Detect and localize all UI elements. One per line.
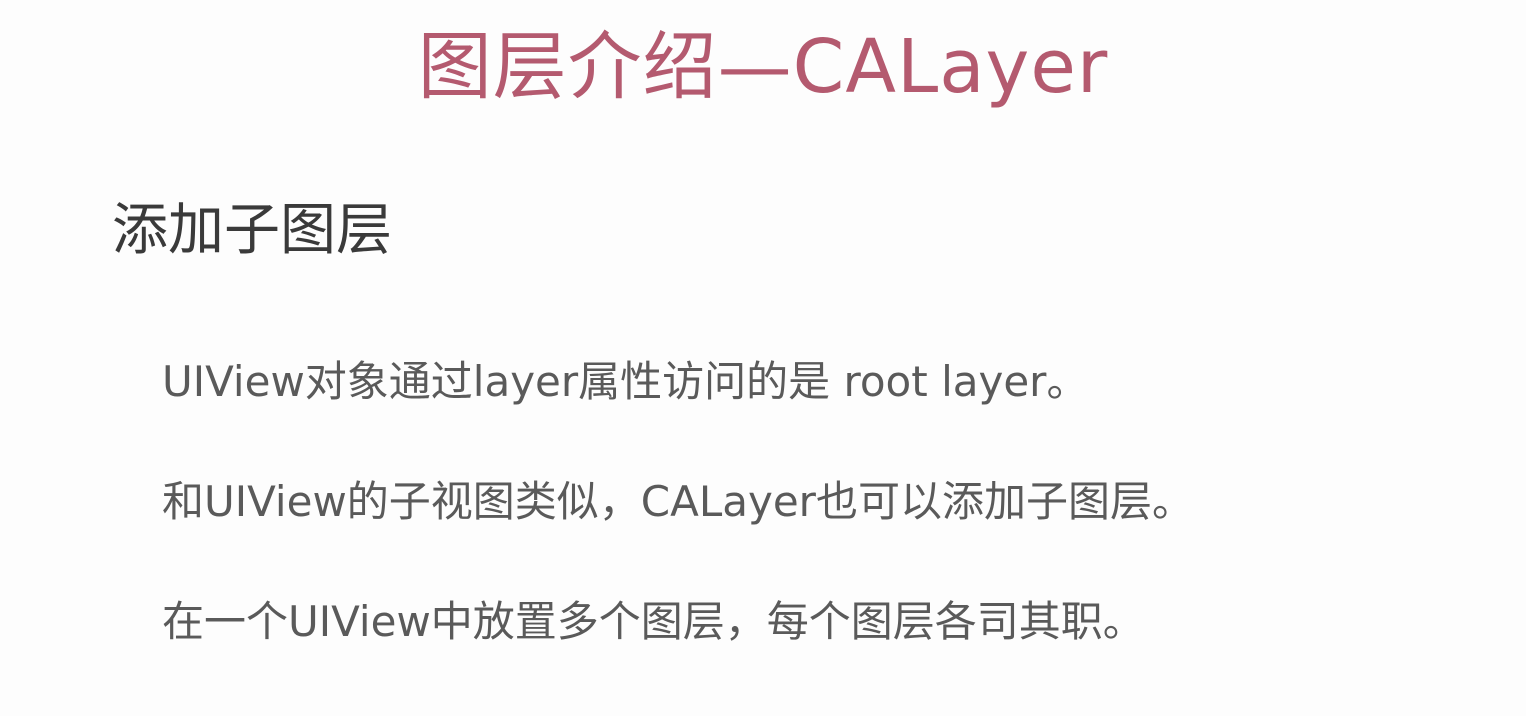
- slide-title: 图层介绍—CALayer: [417, 24, 1109, 110]
- bullet-item: 和UIView的子视图类似，CALayer也可以添加子图层。: [162, 477, 1194, 526]
- bullet-item: UIView对象通过layer属性访问的是 root layer。: [162, 357, 1089, 406]
- section-heading: 添加子图层: [112, 198, 392, 263]
- presentation-slide: 图层介绍—CALayer 添加子图层 UIView对象通过layer属性访问的是…: [0, 0, 1526, 716]
- bullet-list: UIView对象通过layer属性访问的是 root layer。 和UIVie…: [162, 350, 1194, 654]
- bullet-item: 在一个UIView中放置多个图层，每个图层各司其职。: [162, 597, 1145, 646]
